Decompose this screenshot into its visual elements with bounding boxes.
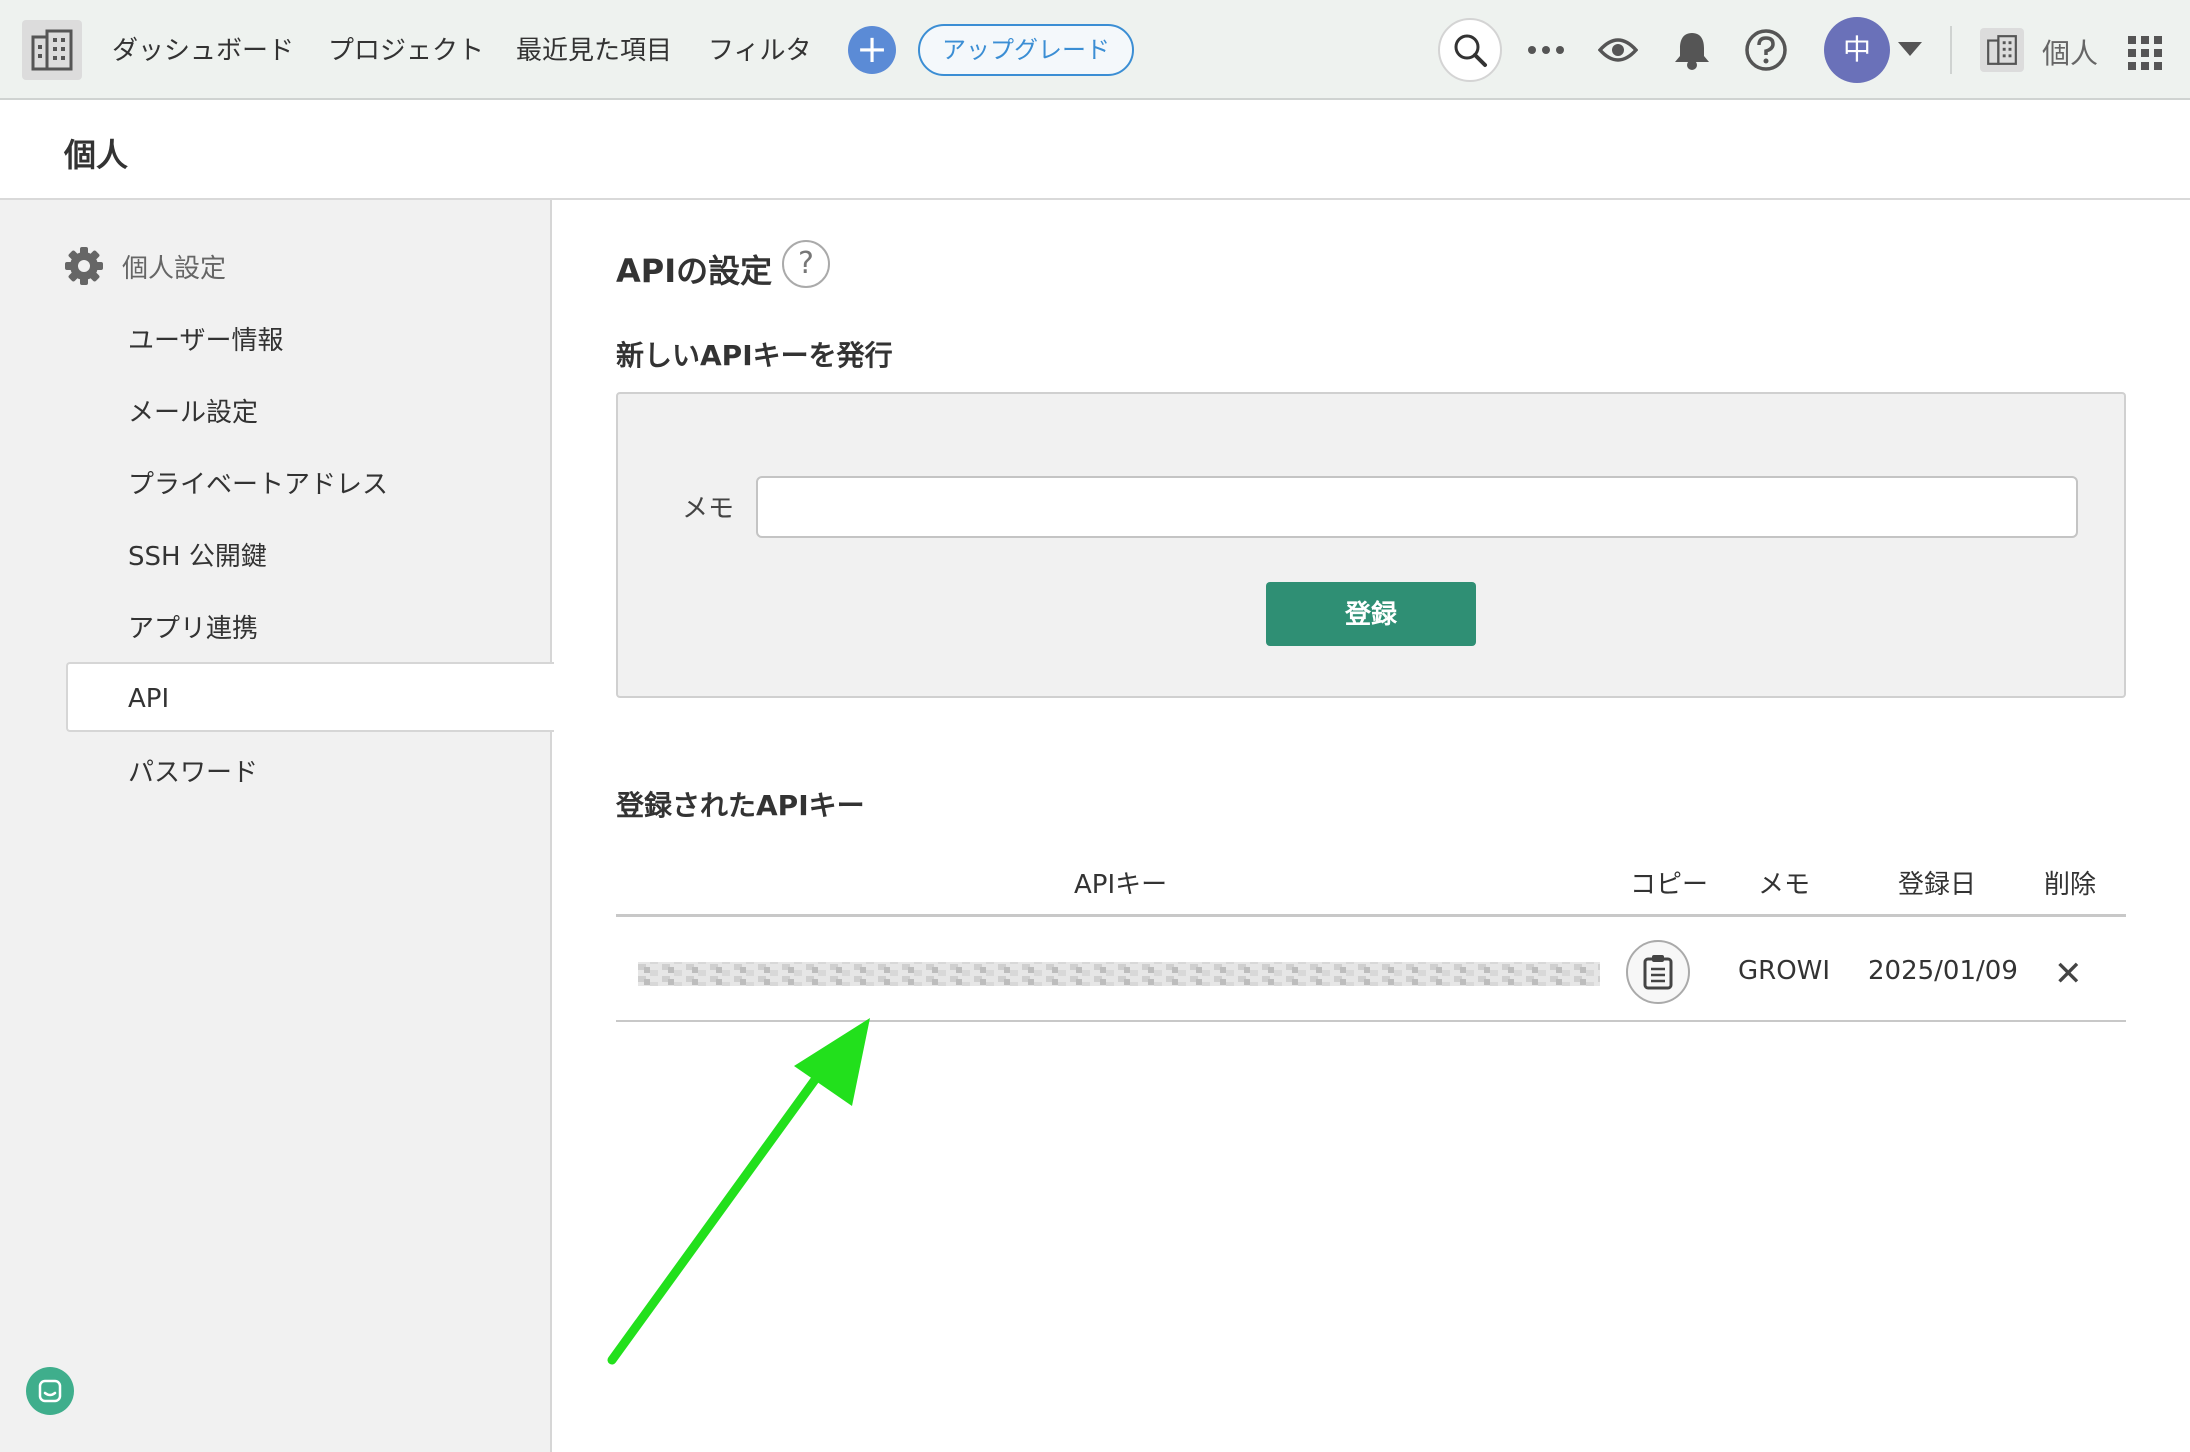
- column-header-api-key: APIキー: [1074, 870, 1168, 900]
- nav-dashboard[interactable]: ダッシュボード: [112, 30, 294, 67]
- column-header-delete: 削除: [2044, 870, 2097, 900]
- upgrade-button[interactable]: アップグレード: [918, 24, 1134, 76]
- column-header-copy: コピー: [1630, 870, 1709, 900]
- workspace-label[interactable]: 個人: [2042, 32, 2098, 72]
- table-header-divider: [616, 914, 2126, 917]
- sidebar-item-mail-settings[interactable]: メール設定: [128, 392, 258, 429]
- sidebar-item-app-integration[interactable]: アプリ連携: [128, 608, 258, 645]
- user-avatar[interactable]: 中: [1824, 17, 1890, 83]
- nav-filters[interactable]: フィルタ: [708, 30, 811, 67]
- sidebar-item-private-address[interactable]: プライベートアドレス: [128, 464, 388, 501]
- sidebar-item-ssh-keys[interactable]: SSH 公開鍵: [128, 536, 267, 573]
- new-api-key-form: [616, 392, 2126, 698]
- settings-sidebar: 個人設定 ユーザー情報 メール設定 プライベートアドレス SSH 公開鍵 アプリ…: [0, 200, 554, 1452]
- more-menu-button[interactable]: [1522, 26, 1570, 74]
- page-title: 個人: [64, 136, 129, 174]
- nav-projects[interactable]: プロジェクト: [328, 30, 484, 67]
- copy-button[interactable]: [1626, 940, 1690, 1004]
- pixelated-redaction: [638, 962, 1600, 986]
- api-key-date: 2025/01/09: [1868, 956, 2018, 986]
- delete-button[interactable]: ✕: [2054, 954, 2083, 994]
- notifications-button[interactable]: [1668, 26, 1716, 74]
- api-help-button[interactable]: ?: [782, 240, 830, 288]
- memo-label: メモ: [682, 494, 735, 524]
- eye-icon: [1598, 38, 1638, 62]
- create-button[interactable]: +: [848, 26, 896, 74]
- help-button[interactable]: [1742, 26, 1790, 74]
- watch-button[interactable]: [1594, 26, 1642, 74]
- search-icon: [1454, 34, 1487, 67]
- gear-icon: [65, 247, 103, 285]
- sidebar-item-api[interactable]: API: [66, 662, 554, 732]
- sidebar-item-label: API: [128, 684, 170, 714]
- sidebar-item-user-info[interactable]: ユーザー情報: [128, 320, 283, 357]
- sidebar-heading-label: 個人設定: [122, 253, 227, 284]
- register-button[interactable]: 登録: [1266, 582, 1476, 646]
- chat-support-button[interactable]: [26, 1367, 74, 1415]
- building-logo-icon[interactable]: [22, 20, 82, 80]
- clipboard-icon: [1643, 955, 1673, 990]
- workspace-building-icon[interactable]: [1980, 28, 2024, 72]
- sidebar-item-password[interactable]: パスワード: [128, 752, 258, 789]
- registered-keys-heading: 登録されたAPIキー: [616, 789, 865, 822]
- memo-input[interactable]: [756, 476, 2078, 538]
- divider: [1950, 26, 1952, 74]
- page-header: 個人: [0, 100, 2190, 200]
- app-grid-icon[interactable]: [2128, 36, 2162, 70]
- column-header-memo: メモ: [1758, 870, 1811, 900]
- api-key-value-redacted[interactable]: [638, 952, 1600, 996]
- section-title: APIの設定: [616, 252, 773, 290]
- chevron-down-icon[interactable]: [1898, 42, 1922, 56]
- column-header-date: 登録日: [1898, 870, 1977, 900]
- question-circle-icon: [1745, 29, 1787, 71]
- bell-icon: [1675, 33, 1709, 70]
- sidebar-heading: 個人設定: [64, 246, 226, 286]
- search-button[interactable]: [1438, 18, 1502, 82]
- new-api-key-heading: 新しいAPIキーを発行: [616, 339, 893, 372]
- chat-icon: [38, 1379, 62, 1403]
- ellipsis-icon: [1528, 46, 1564, 54]
- api-key-memo: GROWI: [1738, 956, 1831, 986]
- nav-recent-items[interactable]: 最近見た項目: [516, 30, 672, 67]
- annotation-arrow-icon: [607, 1018, 870, 1365]
- top-navigation-bar: ダッシュボード プロジェクト 最近見た項目 フィルタ + アップグレード 中 個…: [0, 0, 2190, 100]
